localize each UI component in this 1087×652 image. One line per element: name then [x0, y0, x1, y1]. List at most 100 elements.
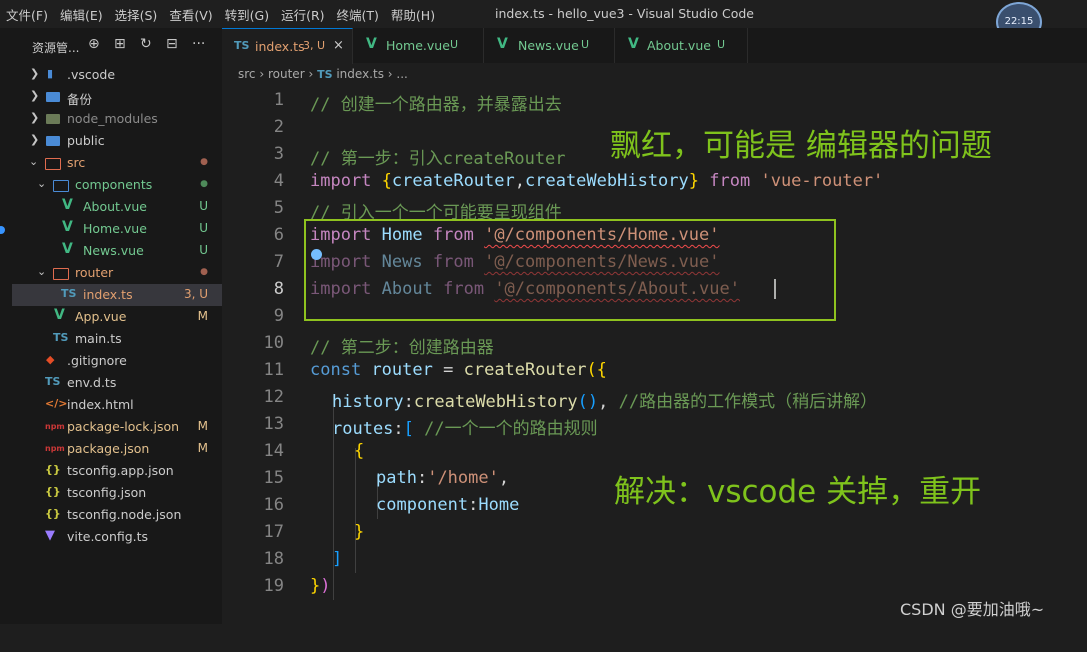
json-icon: {}	[45, 463, 61, 476]
vue-icon: V	[628, 36, 639, 52]
breadcrumb-file[interactable]: index.ts	[336, 67, 384, 81]
menu-terminal[interactable]: 终端(T)	[331, 5, 385, 24]
tree-item-app-vue[interactable]: V App.vue M	[12, 306, 222, 328]
tree-item-components[interactable]: ⌄ components ●	[12, 174, 222, 196]
more-actions-icon[interactable]: ···	[192, 36, 205, 52]
modified-dot-icon: ●	[200, 157, 208, 167]
tab-label: News.vue	[518, 38, 579, 53]
tree-item-about-vue[interactable]: V About.vue U	[12, 196, 222, 218]
line-number: 5	[273, 198, 284, 218]
close-icon[interactable]: ×	[333, 38, 344, 53]
tab-home-vue[interactable]: V Home.vue U	[353, 28, 484, 63]
new-file-icon[interactable]: ⊕	[88, 36, 100, 52]
tree-item-main-ts[interactable]: TS main.ts	[12, 328, 222, 350]
tree-item-env-d-ts[interactable]: TS env.d.ts	[12, 372, 222, 394]
tab-news-vue[interactable]: V News.vue U	[484, 28, 615, 63]
code-line: 18 ]	[222, 545, 1087, 572]
line-number: 6	[273, 225, 284, 245]
activity-indicator-icon	[0, 226, 5, 234]
tree-item-tsconfig-app-json[interactable]: {} tsconfig.app.json	[12, 460, 222, 482]
typescript-icon: TS	[53, 331, 69, 344]
menu-edit[interactable]: 编辑(E)	[54, 5, 109, 24]
tree-item-tsconfig-node-json[interactable]: {} tsconfig.node.json	[12, 504, 222, 526]
line-number: 7	[273, 252, 284, 272]
line-number: 11	[263, 360, 284, 380]
json-icon: {}	[45, 507, 61, 520]
tree-item-router[interactable]: ⌄ router ●	[12, 262, 222, 284]
breadcrumb-src[interactable]: src	[238, 67, 256, 81]
code-line: 10 // 第二步：创建路由器	[222, 329, 1087, 358]
tree-item-status: M	[197, 441, 208, 455]
tree-item-src[interactable]: ⌄ src ●	[12, 152, 222, 174]
tree-item-gitignore[interactable]: ◆ .gitignore	[12, 350, 222, 372]
tab-status: U	[450, 38, 459, 51]
tree-item-status: 3, U	[183, 287, 208, 301]
line-number: 12	[263, 387, 284, 407]
html-icon: </>	[45, 397, 68, 410]
code-line: 13 routes:[ //一个一个的路由规则	[222, 410, 1087, 439]
tree-item-label: 备份	[67, 92, 93, 107]
line-number: 1	[273, 90, 284, 110]
folder-icon	[53, 180, 69, 192]
tree-item-label: package.json	[67, 441, 150, 456]
npm-icon: npm	[45, 422, 65, 431]
code-line: 4 import {createRouter,createWebHistory}…	[222, 167, 1087, 194]
tree-item-vite-config-ts[interactable]: ▼ vite.config.ts	[12, 526, 222, 548]
tab-status: 3, U	[303, 39, 326, 52]
code-text: routes:[ //一个一个的路由规则	[332, 419, 598, 439]
vue-icon: V	[366, 36, 377, 52]
breadcrumb-router[interactable]: router	[268, 67, 305, 81]
code-text: component:Home	[376, 495, 520, 515]
tree-item-label: About.vue	[83, 199, 147, 214]
tab-label: About.vue	[647, 38, 711, 53]
menu-go[interactable]: 转到(G)	[219, 5, 275, 24]
tree-item-label: package-lock.json	[67, 419, 180, 434]
chevron-down-icon: ⌄	[37, 177, 47, 190]
tree-item-news-vue[interactable]: V News.vue U	[12, 240, 222, 262]
tree-item-backup[interactable]: ❯ 备份	[12, 86, 222, 108]
npm-icon: npm	[45, 444, 65, 453]
menu-view[interactable]: 查看(V)	[163, 5, 218, 24]
menu-help[interactable]: 帮助(H)	[385, 5, 441, 24]
folder-icon	[46, 92, 60, 102]
menu-bar: 文件(F) 编辑(E) 选择(S) 查看(V) 转到(G) 运行(R) 终端(T…	[0, 0, 441, 28]
modified-dot-icon: ●	[200, 267, 208, 277]
tree-item-label: main.ts	[75, 331, 122, 346]
tree-item-package-lock-json[interactable]: npm package-lock.json M	[12, 416, 222, 438]
tree-item-index-html[interactable]: </> index.html	[12, 394, 222, 416]
menu-run[interactable]: 运行(R)	[275, 5, 330, 24]
refresh-icon[interactable]: ↻	[140, 36, 152, 52]
menu-file[interactable]: 文件(F)	[0, 5, 54, 24]
tree-item-node-modules[interactable]: ❯ node_modules	[12, 108, 222, 130]
tree-item-public[interactable]: ❯ public	[12, 130, 222, 152]
tree-item-label: components	[75, 177, 153, 192]
window-title: index.ts - hello_vue3 - Visual Studio Co…	[495, 6, 754, 21]
menu-selection[interactable]: 选择(S)	[109, 5, 164, 24]
tree-item-package-json[interactable]: npm package.json M	[12, 438, 222, 460]
tree-item-index-ts[interactable]: TS index.ts 3, U	[12, 284, 222, 306]
tree-item-label: env.d.ts	[67, 375, 117, 390]
breadcrumb-symbol[interactable]: ...	[396, 67, 407, 81]
collapse-all-icon[interactable]: ⊟	[166, 36, 178, 52]
code-text: history:createWebHistory(), //路由器的工作模式（稍…	[332, 392, 878, 412]
tab-about-vue[interactable]: V About.vue U	[615, 28, 748, 63]
new-folder-icon[interactable]: ⊞	[114, 36, 126, 52]
tab-index-ts[interactable]: TS index.ts 3, U ×	[222, 28, 353, 64]
tree-item-vscode[interactable]: ❯ ▮ .vscode	[12, 64, 222, 86]
folder-icon	[46, 114, 60, 124]
git-icon: ◆	[46, 353, 55, 366]
tree-item-label: vite.config.ts	[67, 529, 149, 544]
tree-item-home-vue[interactable]: V Home.vue U	[12, 218, 222, 240]
csdn-watermark: CSDN @要加油哦~	[900, 600, 1045, 619]
tree-item-status: U	[199, 199, 208, 213]
code-line: 14 {	[222, 437, 1087, 464]
line-number: 14	[263, 441, 284, 461]
tree-item-label: Home.vue	[83, 221, 147, 236]
tree-item-label: .gitignore	[67, 353, 127, 368]
code-text: import {createRouter,createWebHistory} f…	[310, 171, 884, 191]
typescript-icon: TS	[234, 39, 250, 52]
code-line: 12 history:createWebHistory(), //路由器的工作模…	[222, 383, 1087, 412]
tree-item-label: .vscode	[67, 67, 116, 82]
code-text: ]	[332, 549, 343, 569]
tree-item-tsconfig-json[interactable]: {} tsconfig.json	[12, 482, 222, 504]
